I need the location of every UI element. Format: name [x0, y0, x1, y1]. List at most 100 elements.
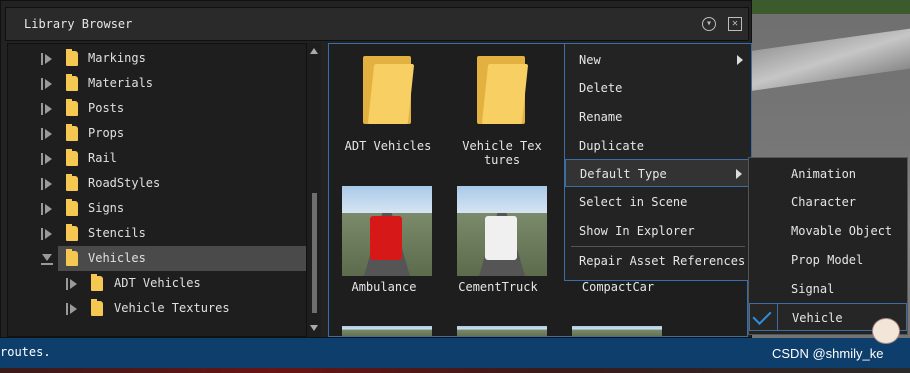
submenu-item-label: Animation — [791, 167, 857, 181]
tree-item-markings[interactable]: Markings — [8, 46, 306, 71]
menu-item-repair-asset-references[interactable]: Repair Asset References — [565, 247, 751, 275]
expand-arrow-icon[interactable] — [41, 178, 53, 190]
menu-item-default-type[interactable]: Default Type — [565, 159, 751, 187]
menu-item-show-in-explorer[interactable]: Show In Explorer — [565, 217, 751, 245]
scroll-up-icon[interactable] — [310, 48, 318, 54]
asset-label: Ambulance — [351, 280, 417, 294]
scrollbar-thumb[interactable] — [312, 193, 317, 313]
window-title: Library Browser — [24, 17, 133, 31]
menu-item-label: New — [579, 53, 601, 67]
expand-arrow-icon[interactable] — [41, 128, 53, 140]
ambulance-thumbnail — [342, 186, 432, 276]
tree-item-signs[interactable]: Signs — [8, 196, 306, 221]
folder-icon — [91, 299, 103, 316]
menu-item-label: Duplicate — [579, 139, 645, 153]
tree-item-label: ADT Vehicles — [114, 276, 201, 290]
folder-icon — [477, 56, 529, 126]
tree-item-label: Markings — [88, 51, 146, 65]
close-icon[interactable]: ✕ — [728, 17, 742, 31]
submenu-item-label: Vehicle — [792, 311, 843, 325]
tree-item-label: Stencils — [88, 226, 146, 240]
submenu-item-movable-object[interactable]: Movable Object — [749, 217, 907, 245]
expand-arrow-icon[interactable] — [41, 103, 53, 115]
submenu-item-character[interactable]: Character — [749, 188, 907, 216]
scene-grass — [748, 0, 910, 14]
asset-label: CementTruck — [458, 280, 538, 294]
context-menu: New Delete Rename Duplicate Default Type… — [564, 43, 752, 281]
submenu-item-label: Movable Object — [791, 224, 893, 238]
submenu-arrow-icon — [737, 55, 743, 65]
status-text: routes. — [0, 345, 51, 359]
tree-item-label: Vehicle Textures — [114, 301, 230, 315]
tree-item-label: Posts — [88, 101, 125, 115]
menu-item-label: Repair Asset References — [579, 254, 746, 268]
menu-item-delete[interactable]: Delete — [565, 74, 751, 102]
folder-icon — [66, 149, 78, 166]
folder-icon — [66, 99, 78, 116]
tree-item-posts[interactable]: Posts — [8, 96, 306, 121]
tree-item-adt-vehicles[interactable]: ADT Vehicles — [8, 271, 306, 296]
asset-thumbnail-partial[interactable] — [572, 326, 662, 336]
menu-item-label: Default Type — [580, 167, 667, 181]
tree-item-label: Vehicles — [88, 251, 146, 265]
expand-arrow-icon[interactable] — [41, 78, 53, 90]
status-bar: routes. CSDN @shmily_ke — [0, 338, 910, 368]
checkmark-icon — [752, 305, 772, 326]
asset-ambulance[interactable]: Ambulance — [329, 186, 439, 296]
tree-scrollbar[interactable] — [307, 43, 321, 337]
asset-adt-vehicles[interactable]: ADT Vehicles — [333, 52, 443, 172]
asset-cementtruck[interactable]: CementTruck — [443, 186, 553, 296]
menu-item-duplicate[interactable]: Duplicate — [565, 132, 751, 160]
checkbox[interactable] — [750, 304, 778, 330]
menu-item-select-in-scene[interactable]: Select in Scene — [565, 188, 751, 216]
expand-arrow-icon[interactable] — [41, 228, 53, 240]
expand-arrow-icon[interactable] — [66, 278, 78, 290]
folder-icon — [66, 224, 78, 241]
submenu-item-animation[interactable]: Animation — [749, 160, 907, 188]
folder-icon — [66, 124, 78, 141]
tree-item-label: Signs — [88, 201, 125, 215]
title-bar[interactable]: Library Browser ▾ ✕ — [5, 7, 749, 41]
cementtruck-thumbnail — [457, 186, 547, 276]
tree-item-vehicle-textures[interactable]: Vehicle Textures — [8, 296, 306, 321]
submenu-item-prop-model[interactable]: Prop Model — [749, 246, 907, 274]
expand-arrow-icon[interactable] — [41, 153, 53, 165]
submenu-item-signal[interactable]: Signal — [749, 275, 907, 303]
collapse-arrow-icon[interactable] — [41, 253, 53, 265]
tree-item-vehicles[interactable]: Vehicles — [58, 246, 306, 271]
folder-icon — [66, 199, 78, 216]
tree-item-label: Rail — [88, 151, 117, 165]
folder-icon — [66, 174, 78, 191]
asset-label: Vehicle Tex — [462, 139, 542, 153]
menu-item-rename[interactable]: Rename — [565, 103, 751, 131]
dropdown-icon[interactable]: ▾ — [702, 17, 716, 31]
vehicle-shape — [485, 216, 517, 260]
submenu-item-label: Prop Model — [791, 253, 864, 267]
asset-label: CompactCar — [581, 280, 655, 294]
asset-thumbnail-partial[interactable] — [457, 326, 547, 336]
tree-item-rail[interactable]: Rail — [8, 146, 306, 171]
asset-vehicle-textures[interactable]: Vehicle Tex tures — [447, 52, 557, 172]
scene-road — [748, 28, 910, 92]
submenu-item-label: Character — [791, 195, 857, 209]
menu-item-new[interactable]: New — [565, 46, 751, 74]
taskbar-strip — [0, 368, 910, 373]
scroll-down-icon[interactable] — [310, 325, 318, 331]
folder-icon — [66, 49, 78, 66]
tree-item-roadstyles[interactable]: RoadStyles — [8, 171, 306, 196]
expand-arrow-icon[interactable] — [41, 203, 53, 215]
tree-item-props[interactable]: Props — [8, 121, 306, 146]
tree-item-label: RoadStyles — [88, 176, 161, 190]
tree-item-stencils[interactable]: Stencils — [8, 221, 306, 246]
folder-icon — [91, 274, 103, 291]
menu-item-label: Select in Scene — [579, 195, 688, 209]
asset-thumbnail-partial[interactable] — [342, 326, 432, 336]
tree-item-materials[interactable]: Materials — [8, 71, 306, 96]
folder-icon — [363, 56, 415, 126]
submenu-arrow-icon — [736, 169, 742, 179]
menu-item-label: Rename — [579, 110, 623, 124]
tree-item-label: Materials — [88, 76, 154, 90]
default-type-submenu: Animation Character Movable Object Prop … — [748, 157, 908, 335]
expand-arrow-icon[interactable] — [41, 53, 53, 65]
expand-arrow-icon[interactable] — [66, 303, 78, 315]
